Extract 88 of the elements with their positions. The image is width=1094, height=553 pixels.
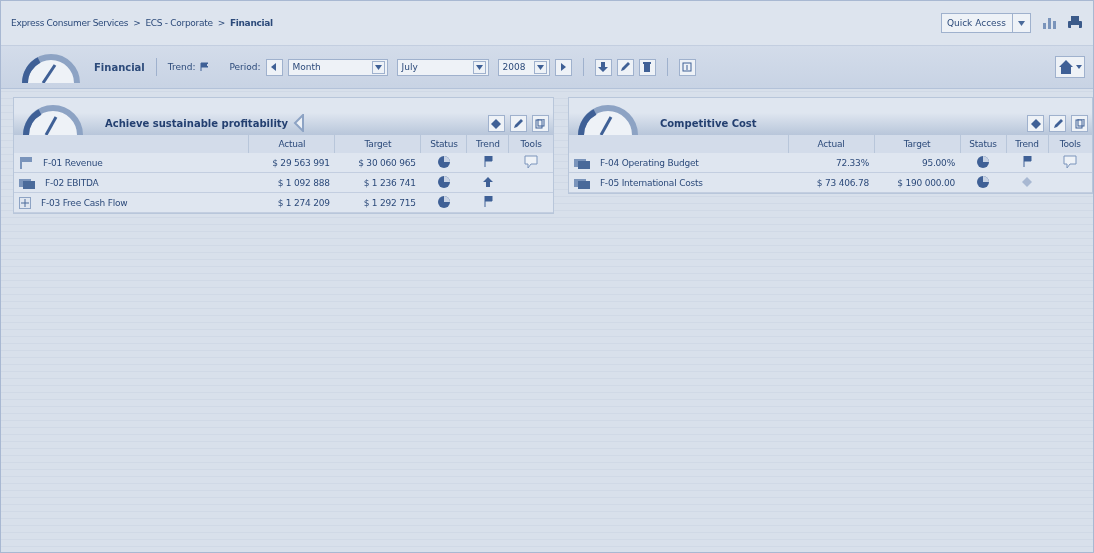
column-header[interactable]: Tools <box>1048 135 1092 153</box>
status-pie-icon <box>437 195 450 208</box>
left-arrow-icon <box>270 63 279 71</box>
diamond-icon <box>1030 118 1041 129</box>
breadcrumb-separator: > <box>133 18 141 28</box>
breadcrumb-link[interactable]: ECS - Corporate <box>145 18 213 28</box>
status-pie-icon <box>437 155 450 168</box>
column-header[interactable]: Trend <box>466 135 509 153</box>
trend-flag-icon <box>482 196 493 207</box>
caret-icon <box>374 64 382 70</box>
download-button[interactable] <box>594 58 612 76</box>
plus-icon <box>19 196 31 209</box>
caret-icon <box>536 64 544 70</box>
edit-button[interactable] <box>509 115 527 132</box>
status-pie-icon <box>977 175 989 188</box>
trash-icon <box>642 62 653 72</box>
trend-diamond-icon <box>1022 176 1032 187</box>
table-cell: $ 1 236 741 <box>334 172 421 193</box>
table-cell: $ 73 406.78 <box>788 172 874 193</box>
previous-button[interactable] <box>265 58 283 76</box>
money-icon <box>573 176 590 189</box>
down-arrow-icon <box>598 62 609 72</box>
period-select[interactable]: Month <box>287 58 388 76</box>
measure-name[interactable]: F-01 Revenue <box>43 157 103 168</box>
money-icon <box>573 156 590 169</box>
gauge-icon <box>21 51 81 83</box>
period-label: Period: <box>229 62 261 72</box>
copy-button[interactable] <box>531 115 549 132</box>
column-header[interactable]: Target <box>874 135 960 153</box>
measure-name[interactable]: F-05 International Costs <box>599 177 703 188</box>
copy-icon <box>1074 118 1085 129</box>
page-title: Financial <box>94 61 145 73</box>
table-cell: $ 1 292 715 <box>334 192 421 213</box>
period-select[interactable]: 2008 <box>497 58 550 76</box>
measure-name[interactable]: F-03 Free Cash Flow <box>41 197 128 208</box>
status-pie-icon <box>437 175 450 188</box>
gauge-icon <box>576 105 639 135</box>
column-header[interactable]: Tools <box>508 135 553 153</box>
column-header[interactable]: Trend <box>1006 135 1048 153</box>
column-header[interactable]: Status <box>420 135 467 153</box>
trend-up-icon <box>482 176 493 187</box>
period-select[interactable]: July <box>396 58 489 76</box>
status-pie-icon <box>977 155 989 168</box>
trend-icon <box>200 62 211 72</box>
pencil-icon <box>513 118 524 129</box>
table-cell: $ 1 092 888 <box>248 172 335 193</box>
panel-title: Achieve sustainable profitability <box>105 118 289 129</box>
pencil-icon <box>620 62 631 72</box>
gauge-icon <box>22 105 84 135</box>
next-button[interactable] <box>554 58 572 76</box>
table-cell: $ 190 000.00 <box>874 172 960 193</box>
view-button[interactable] <box>487 115 505 132</box>
table-cell: $ 30 060 965 <box>334 153 421 173</box>
pencil-icon <box>1052 118 1063 129</box>
table-cell: 95.00% <box>874 153 960 173</box>
table-cell: $ 29 563 991 <box>248 153 335 173</box>
home-button[interactable] <box>1055 56 1085 78</box>
delete-button[interactable] <box>638 58 656 76</box>
caret-icon <box>1076 65 1082 69</box>
home-icon <box>1058 59 1074 75</box>
panel-title: Competitive Cost <box>659 118 757 129</box>
diamond-icon <box>491 118 502 129</box>
trend-label: Trend: <box>167 62 196 72</box>
table-cell: 72.33% <box>788 153 874 173</box>
column-header[interactable]: Actual <box>788 135 874 153</box>
caret-icon <box>1018 20 1025 26</box>
right-arrow-icon <box>559 63 568 71</box>
trend-flag-icon <box>482 156 493 167</box>
table-cell: $ 1 274 209 <box>248 192 335 213</box>
flag-icon <box>19 156 33 169</box>
quick-access-dropdown[interactable]: Quick Access <box>940 13 1031 33</box>
copy-button[interactable] <box>1071 115 1088 132</box>
column-header[interactable]: Status <box>960 135 1006 153</box>
breadcrumb-link[interactable]: Express Consumer Services <box>11 18 129 28</box>
copy-icon <box>535 118 546 129</box>
money-icon <box>19 176 35 189</box>
measure-name[interactable]: F-02 EBITDA <box>45 177 99 188</box>
measure-name[interactable]: F-04 Operating Budget <box>599 157 699 168</box>
edit-button[interactable] <box>1049 115 1066 132</box>
info-icon <box>682 62 693 72</box>
column-header[interactable]: Actual <box>248 135 335 153</box>
print-icon[interactable] <box>1067 15 1083 31</box>
caret-icon <box>475 64 483 70</box>
trend-flag-icon <box>1022 156 1032 167</box>
breadcrumb-separator: > <box>217 18 225 28</box>
column-header[interactable]: Target <box>334 135 421 153</box>
view-button[interactable] <box>1027 115 1044 132</box>
edit-button[interactable] <box>616 58 634 76</box>
